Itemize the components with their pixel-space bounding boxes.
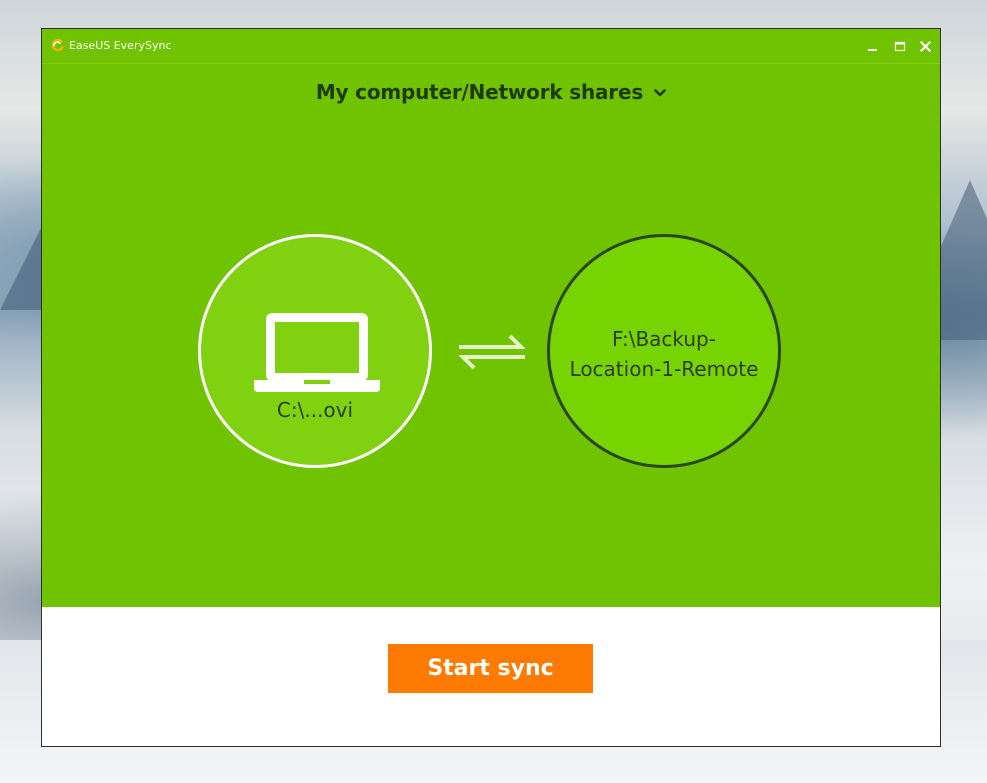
destination-path-line-2: Location-1-Remote xyxy=(569,357,759,381)
chevron-down-icon xyxy=(654,88,666,96)
app-logo-icon xyxy=(51,39,64,52)
location-type-label: My computer/Network shares xyxy=(315,80,644,104)
minimize-icon xyxy=(868,49,877,51)
location-type-dropdown[interactable]: My computer/Network shares xyxy=(42,77,940,107)
start-sync-button[interactable]: Start sync xyxy=(388,644,593,693)
footer-panel: Start sync xyxy=(42,607,940,746)
maximize-button[interactable] xyxy=(889,35,911,57)
title-bar[interactable]: EaseUS EverySync xyxy=(42,29,940,64)
close-button[interactable] xyxy=(915,35,937,57)
destination-path-label: F:\Backup- Location-1-Remote xyxy=(550,324,778,384)
close-icon xyxy=(919,40,932,53)
source-location-circle[interactable]: C:\...ovi xyxy=(198,234,432,468)
laptop-icon xyxy=(254,313,380,392)
minimize-button[interactable] xyxy=(862,35,884,57)
app-window: EaseUS EverySync My computer/Network sha… xyxy=(41,28,941,747)
source-path-label: C:\...ovi xyxy=(276,398,354,422)
sync-arrows-icon[interactable] xyxy=(459,335,525,369)
sync-panel: My computer/Network shares C:\...ovi F:\… xyxy=(42,64,940,607)
destination-location-circle[interactable]: F:\Backup- Location-1-Remote xyxy=(547,234,781,468)
window-title: EaseUS EverySync xyxy=(69,39,172,52)
destination-path-line-1: F:\Backup- xyxy=(612,327,716,351)
maximize-icon xyxy=(894,41,906,52)
